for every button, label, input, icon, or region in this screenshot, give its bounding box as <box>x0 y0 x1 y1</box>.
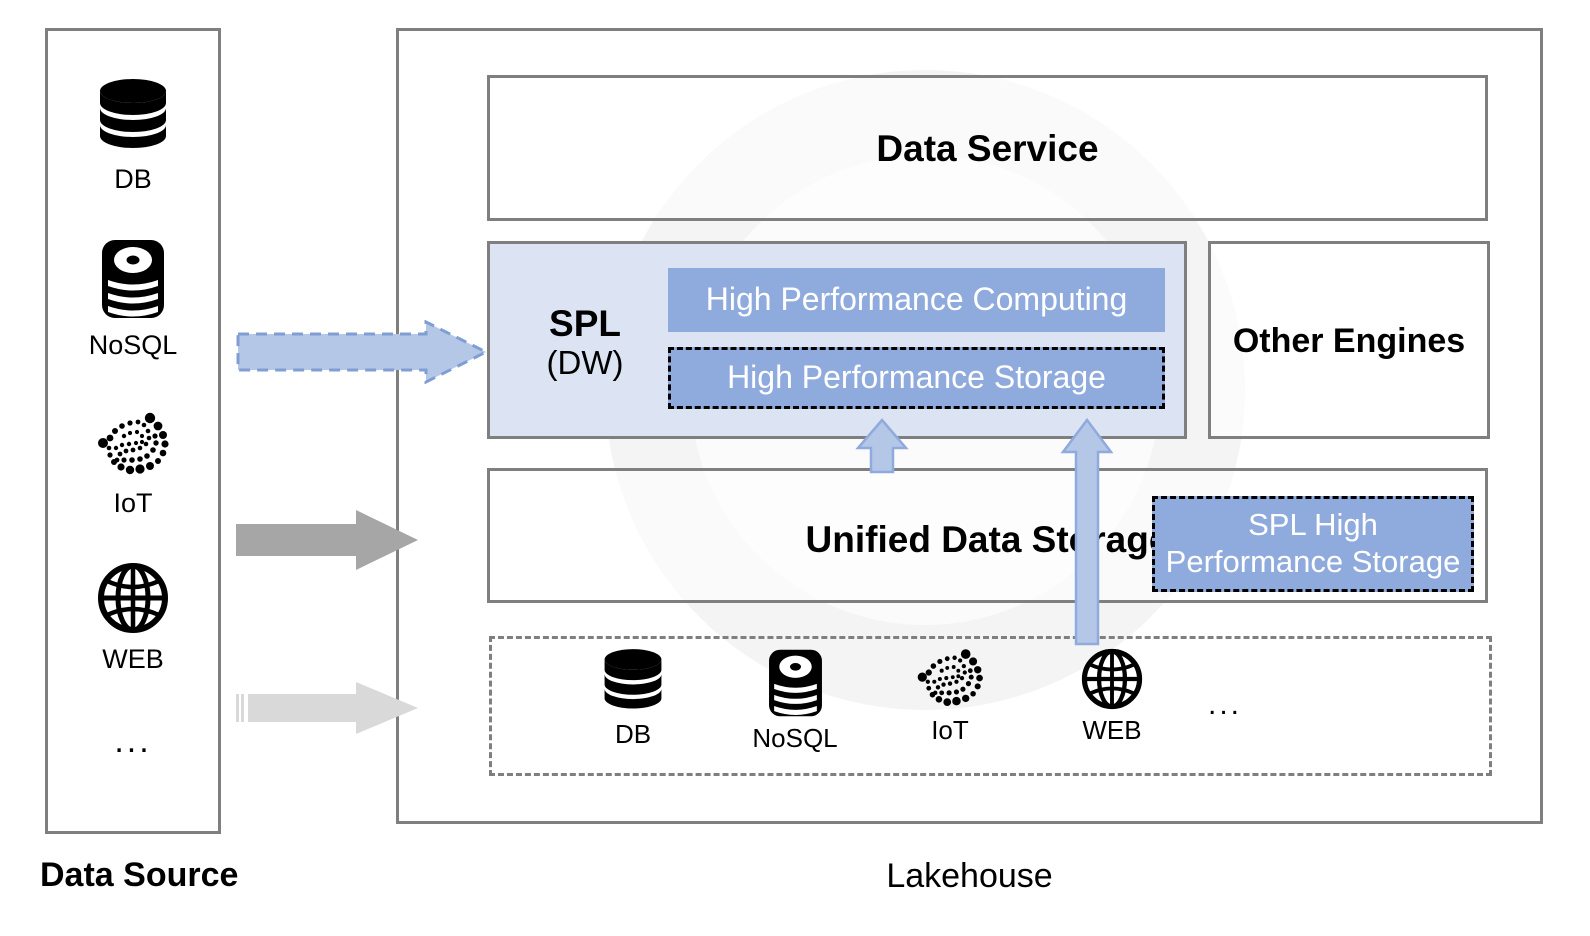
lakehouse-source-label-nosql: NoSQL <box>752 723 838 753</box>
data-source-item-web[interactable]: WEB <box>45 562 221 675</box>
web-globe-icon <box>97 562 169 634</box>
spl-high-performance-storage-box[interactable]: SPL High Performance Storage <box>1152 496 1474 592</box>
caption-data-source: Data Source <box>40 856 239 894</box>
data-service-title: Data Service <box>876 128 1099 169</box>
data-source-item-iot[interactable]: IoT <box>45 412 221 519</box>
arrow-iot-to-unified <box>236 510 418 570</box>
high-performance-storage-box[interactable]: High Performance Storage <box>668 347 1165 409</box>
lakehouse-source-label-iot: IoT <box>931 715 969 745</box>
arrow-sources-to-spl <box>1060 418 1114 646</box>
high-performance-computing-box[interactable]: High Performance Computing <box>668 268 1165 332</box>
lakehouse-source-label-web: WEB <box>1082 715 1142 745</box>
diagram-canvas: DB NoSQL IoT WEB ... Data Service SPL (D… <box>0 0 1590 936</box>
lakehouse-source-web[interactable]: WEB <box>1052 648 1172 744</box>
database-icon <box>97 78 169 154</box>
arrow-nosql-to-spl <box>236 320 488 384</box>
database-icon <box>602 648 664 714</box>
spl-hps-line2: Performance Storage <box>1165 544 1461 579</box>
data-source-label-iot: IoT <box>113 488 153 518</box>
spl-subtitle: (DW) <box>546 344 624 381</box>
spl-name: SPL <box>549 303 621 344</box>
data-source-item-db[interactable]: DB <box>45 78 221 195</box>
arrow-unified-to-spl <box>855 418 909 474</box>
iot-icon <box>94 412 172 478</box>
other-engines-title: Other Engines <box>1232 322 1466 360</box>
lakehouse-source-db[interactable]: DB <box>573 648 693 748</box>
data-source-label-web: WEB <box>102 644 164 674</box>
data-source-item-nosql[interactable]: NoSQL <box>45 238 221 361</box>
nosql-icon <box>100 238 166 320</box>
data-source-label-nosql: NoSQL <box>88 330 178 360</box>
spl-hps-line1: SPL High <box>1248 507 1378 543</box>
data-source-ellipsis: ... <box>114 722 152 760</box>
lakehouse-source-nosql[interactable]: NoSQL <box>735 648 855 752</box>
lakehouse-source-iot[interactable]: IoT <box>890 648 1010 744</box>
arrow-web-to-sources <box>236 682 418 734</box>
spl-label: SPL (DW) <box>510 305 660 379</box>
caption-lakehouse: Lakehouse <box>886 857 1053 895</box>
web-globe-icon <box>1081 648 1143 710</box>
lakehouse-source-label-db: DB <box>614 719 652 749</box>
iot-icon <box>914 648 986 710</box>
data-source-label-db: DB <box>114 164 152 194</box>
lakehouse-sources-ellipsis: ... <box>1207 688 1242 721</box>
nosql-icon <box>767 648 824 718</box>
